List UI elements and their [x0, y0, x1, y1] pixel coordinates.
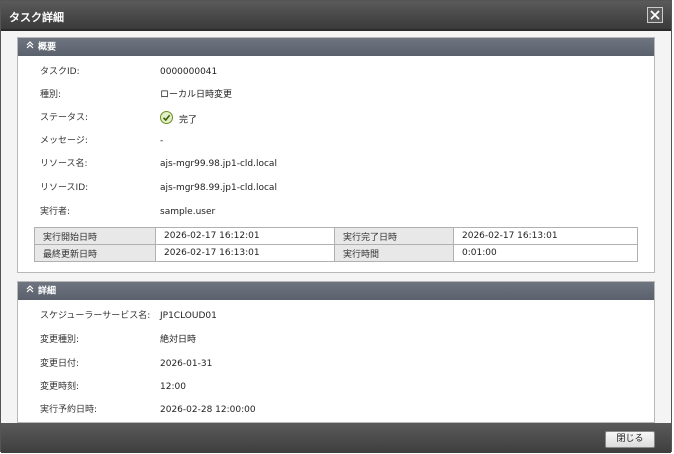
table-header-cell: 実行開始日時 [34, 227, 156, 245]
field-label: ステータス: [40, 113, 89, 123]
field-value-status: 完了 [160, 111, 197, 129]
dialog-footer: 閉じる [1, 423, 671, 453]
field-value: ajs-mgr98.99.jp1-cld.local [160, 183, 277, 193]
table-value-cell: 2026-02-17 16:13:01 [155, 244, 335, 262]
field-value: sample.user [160, 207, 216, 217]
field-value: JP1CLOUD01 [160, 311, 217, 321]
status-text: 完了 [179, 115, 198, 126]
details-section-header[interactable]: 詳細 [18, 282, 654, 300]
chevron-up-double-icon [26, 38, 34, 56]
field-label: 変更日付: [40, 359, 80, 369]
field-label: 実行者: [40, 207, 71, 217]
field-value: ajs-mgr99.98.jp1-cld.local [160, 159, 277, 169]
table-value-cell: 0:01:00 [453, 244, 638, 262]
overview-section-title: 概要 [38, 42, 57, 53]
chevron-up-double-icon [26, 282, 34, 300]
field-label: メッセージ: [40, 136, 88, 146]
dialog-titlebar: タスク詳細 [1, 1, 671, 31]
close-button[interactable]: 閉じる [605, 431, 655, 448]
field-value: 12:00 [160, 382, 186, 392]
field-label: 変更時刻: [40, 382, 80, 392]
task-detail-dialog: タスク詳細 概要 タスクID: 0000000041 種別: ローカル日時変更 … [0, 0, 672, 453]
close-icon[interactable] [647, 7, 663, 23]
field-label: 実行予約日時: [40, 405, 98, 415]
details-section: 詳細 スケジューラーサービス名: JP1CLOUD01 変更種別: 絶対日時 変… [17, 281, 655, 423]
overview-section: 概要 タスクID: 0000000041 種別: ローカル日時変更 ステータス: [17, 37, 655, 273]
dialog-body: 概要 タスクID: 0000000041 種別: ローカル日時変更 ステータス: [1, 31, 671, 423]
table-header-cell: 実行時間 [334, 244, 454, 262]
execution-times-table: 実行開始日時 2026-02-17 16:12:01 実行完了日時 2026-0… [34, 227, 638, 262]
field-value: 2026-02-28 12:00:00 [160, 405, 256, 415]
table-value-cell: 2026-02-17 16:13:01 [453, 227, 638, 245]
field-value: 絶対日時 [160, 335, 197, 345]
overview-section-header[interactable]: 概要 [18, 38, 654, 56]
field-label: タスクID: [40, 67, 80, 77]
field-label: リソースID: [40, 183, 89, 193]
field-value: ローカル日時変更 [160, 90, 233, 100]
table-value-cell: 2026-02-17 16:12:01 [155, 227, 335, 245]
field-value: - [160, 136, 164, 146]
details-section-title: 詳細 [38, 286, 57, 297]
field-label: 変更種別: [40, 335, 80, 345]
field-label: スケジューラーサービス名: [40, 311, 151, 321]
table-row: 実行開始日時 2026-02-17 16:12:01 実行完了日時 2026-0… [34, 227, 638, 245]
table-row: 最終更新日時 2026-02-17 16:13:01 実行時間 0:01:00 [34, 244, 638, 262]
field-value: 0000000041 [160, 67, 218, 77]
dialog-title: タスク詳細 [9, 11, 64, 24]
field-value: 2026-01-31 [160, 359, 213, 369]
table-header-cell: 実行完了日時 [334, 227, 454, 245]
table-header-cell: 最終更新日時 [34, 244, 156, 262]
check-circle-icon [160, 111, 173, 129]
field-label: 種別: [40, 90, 62, 100]
field-label: リソース名: [40, 159, 88, 169]
